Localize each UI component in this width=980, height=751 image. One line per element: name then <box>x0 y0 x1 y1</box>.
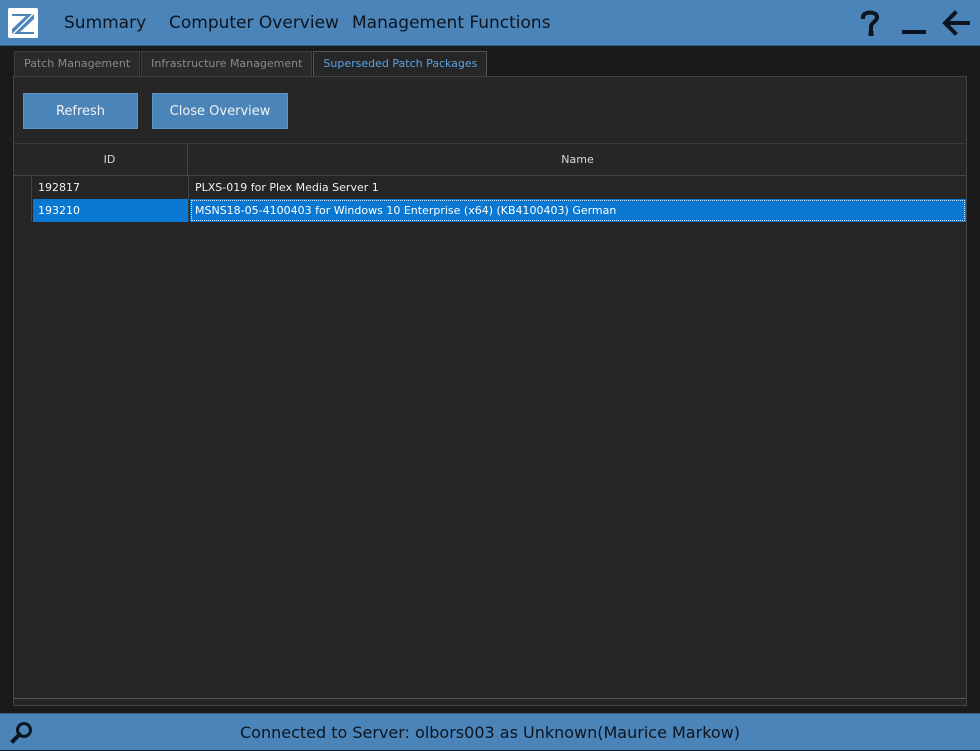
close-overview-button[interactable]: Close Overview <box>152 93 288 129</box>
row-header[interactable] <box>14 176 32 199</box>
nav-summary[interactable]: Summary <box>64 0 146 46</box>
patch-table: ID Name 192817 PLXS-019 for Plex Media S… <box>14 143 966 703</box>
cell-name[interactable]: PLXS-019 for Plex Media Server 1 <box>190 176 966 199</box>
connection-status: Connected to Server: olbors003 as Unknow… <box>239 723 740 742</box>
status-bar: Connected to Server: olbors003 as Unknow… <box>0 713 980 750</box>
row-header-corner <box>14 144 32 175</box>
tab-infrastructure-management[interactable]: Infrastructure Management <box>141 51 313 76</box>
arrow-left-icon[interactable] <box>940 6 972 40</box>
question-mark-icon[interactable] <box>854 6 886 40</box>
table-header: ID Name <box>14 144 966 176</box>
minimize-icon[interactable] <box>898 6 930 40</box>
tab-bar: Patch Management Infrastructure Manageme… <box>14 51 488 77</box>
app-logo-icon[interactable] <box>8 8 38 38</box>
tab-superseded-patch-packages[interactable]: Superseded Patch Packages <box>313 51 488 77</box>
cell-name[interactable]: MSNS18-05-4100403 for Windows 10 Enterpr… <box>190 199 966 222</box>
top-bar: Summary Computer Overview Management Fun… <box>0 0 980 46</box>
tab-patch-management[interactable]: Patch Management <box>14 51 141 76</box>
cell-id[interactable]: 192817 <box>33 176 189 199</box>
tab-panel: Refresh Close Overview ID Name 192817 PL… <box>13 76 967 706</box>
column-header-name[interactable]: Name <box>189 144 966 175</box>
table-row-selected[interactable]: 193210 MSNS18-05-4100403 for Windows 10 … <box>14 199 966 222</box>
nav-computer-overview[interactable]: Computer Overview <box>169 0 339 46</box>
cell-id[interactable]: 193210 <box>33 199 189 222</box>
column-header-id[interactable]: ID <box>32 144 188 175</box>
main-area: Patch Management Infrastructure Manageme… <box>0 46 980 713</box>
row-header[interactable] <box>14 199 32 222</box>
table-bottom-border <box>14 698 966 699</box>
nav-management-functions[interactable]: Management Functions <box>352 0 551 46</box>
refresh-button[interactable]: Refresh <box>23 93 138 129</box>
table-row[interactable]: 192817 PLXS-019 for Plex Media Server 1 <box>14 176 966 199</box>
